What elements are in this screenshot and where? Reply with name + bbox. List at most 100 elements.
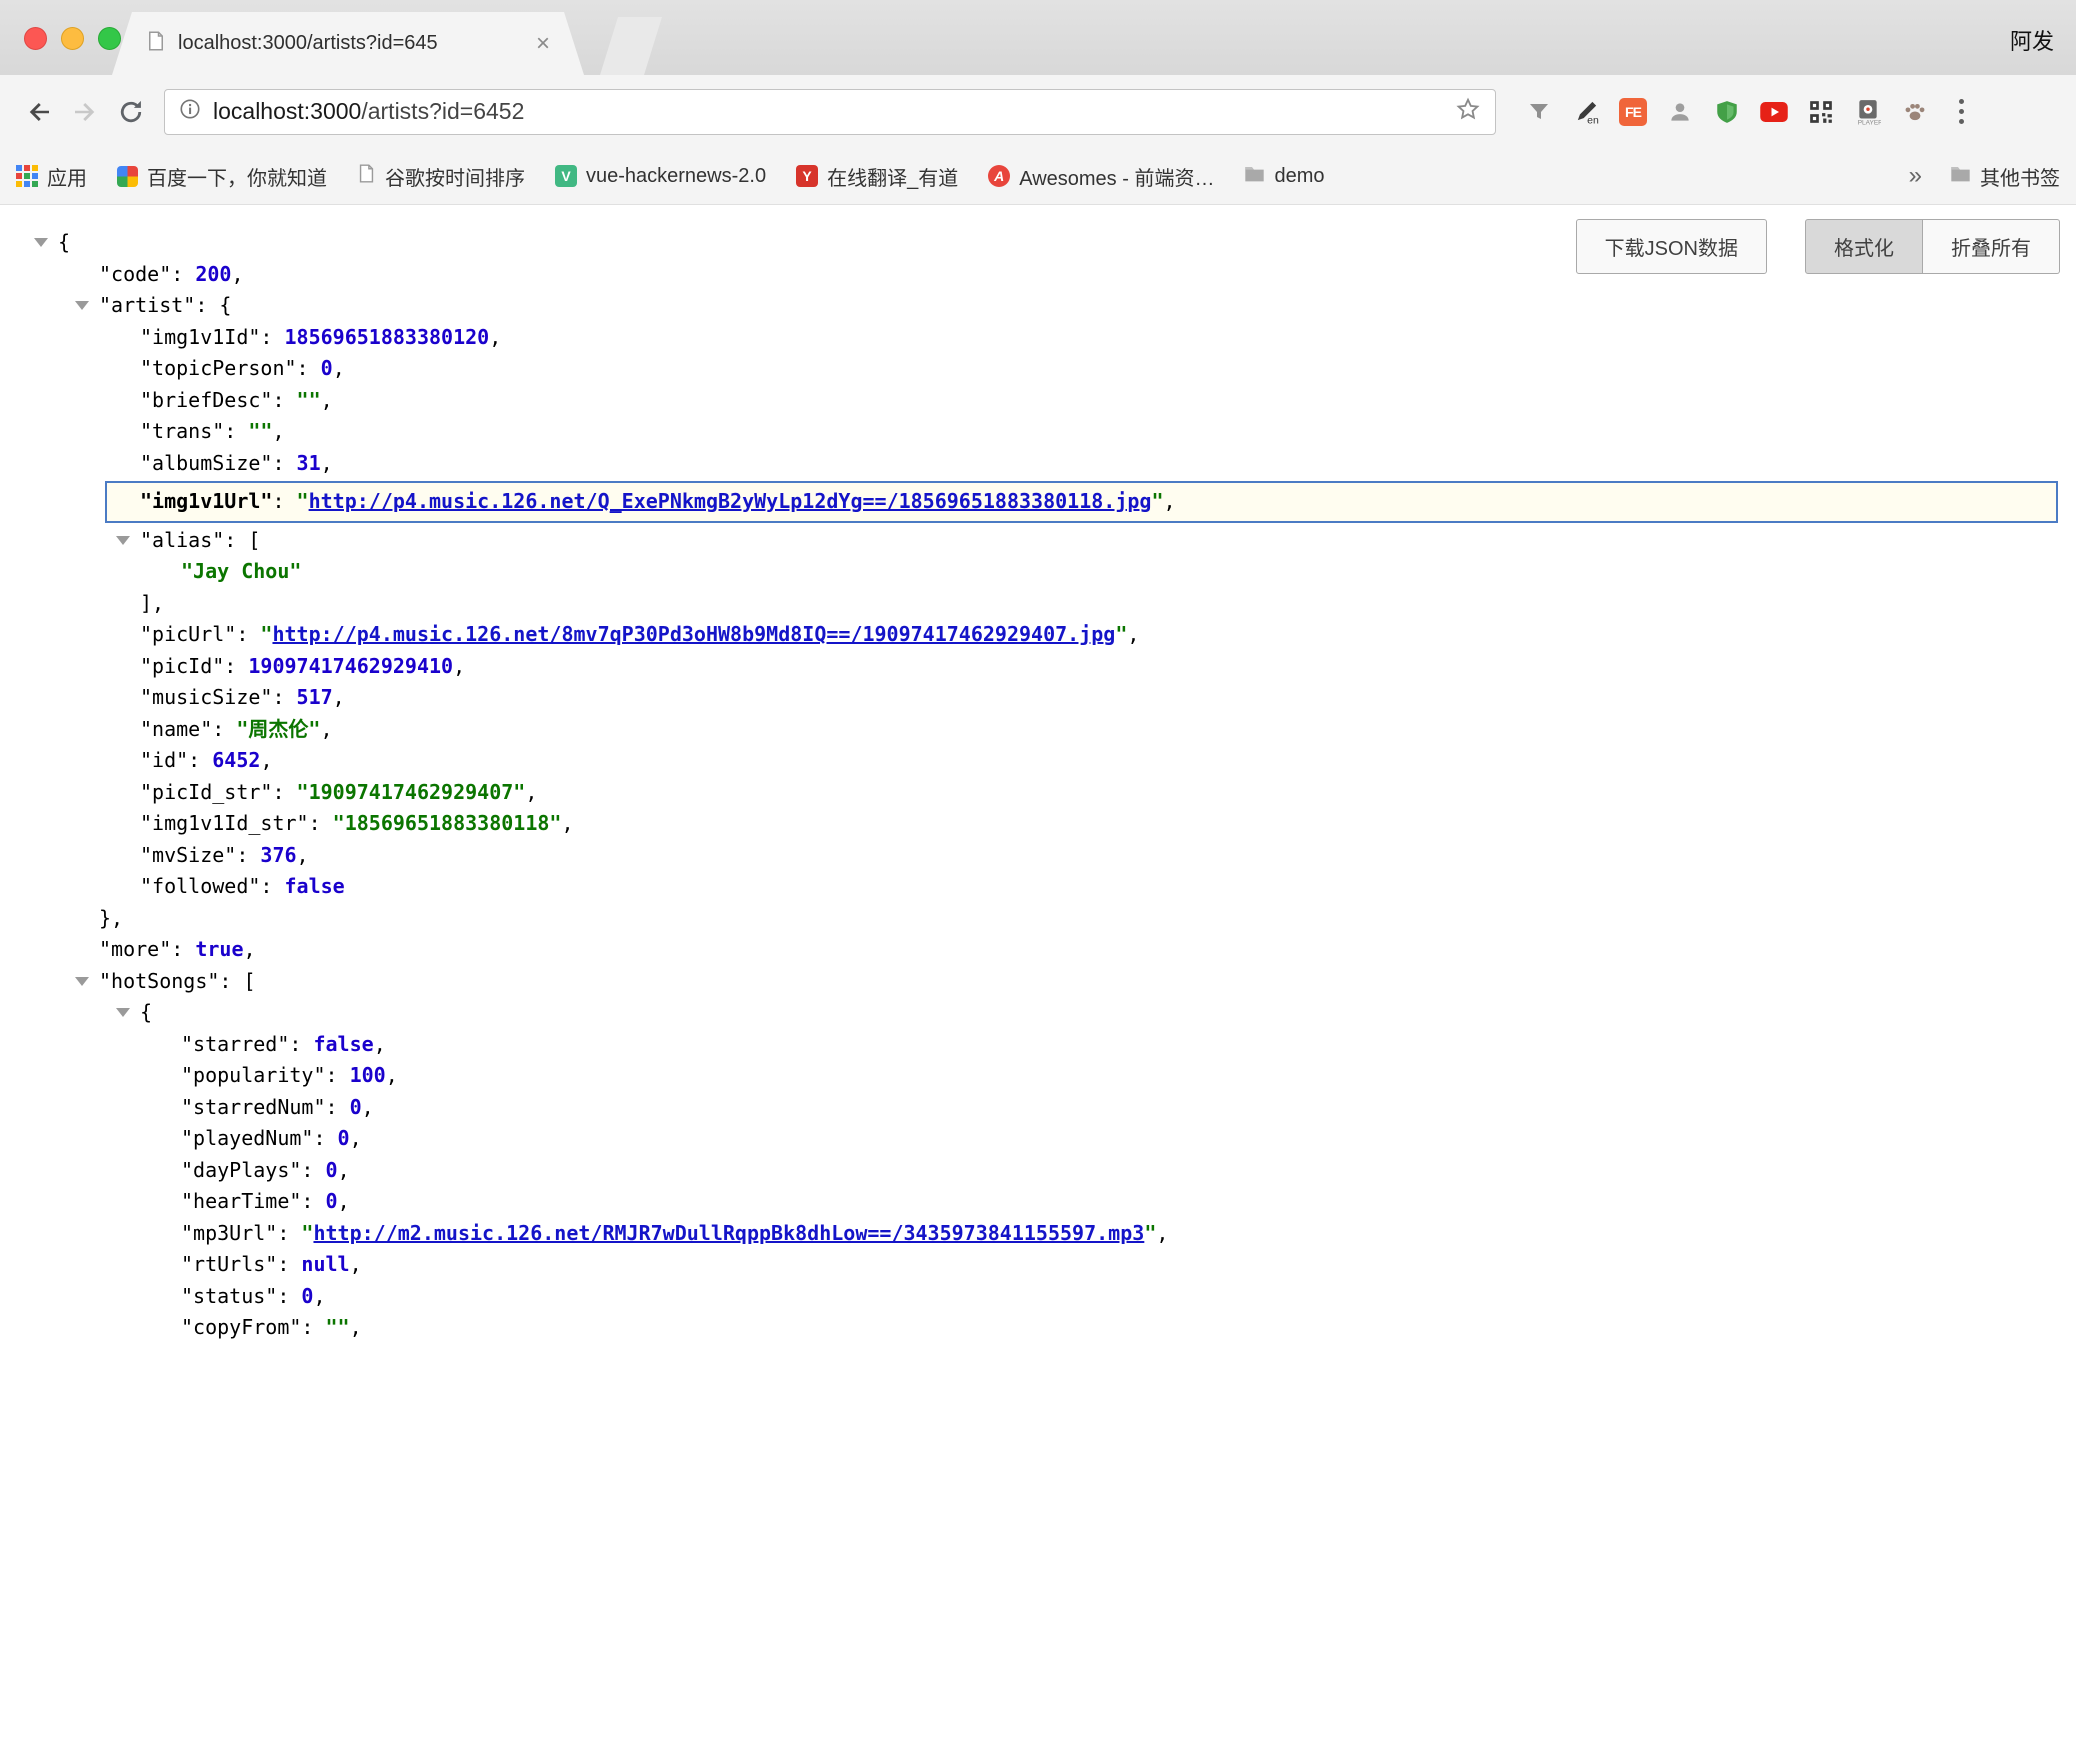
bookmark-item-baidu[interactable]: 百度一下，你就知道 bbox=[117, 162, 327, 191]
vue-favicon-icon: V bbox=[555, 165, 577, 187]
bookmarks-right: » 其他书签 bbox=[1909, 162, 2060, 191]
address-bar[interactable]: localhost:3000/artists?id=6452 bbox=[164, 89, 1496, 135]
url-host: localhost:3000 bbox=[213, 98, 361, 124]
other-bookmarks-label: 其他书签 bbox=[1980, 162, 2060, 191]
page-favicon-icon bbox=[146, 30, 166, 57]
tab-close-icon[interactable]: × bbox=[536, 32, 550, 56]
json-line: "copyFrom": "", bbox=[0, 1312, 2076, 1344]
paw-icon[interactable] bbox=[1898, 95, 1932, 129]
bookmark-label: 百度一下，你就知道 bbox=[147, 162, 327, 191]
shield-icon[interactable] bbox=[1710, 95, 1744, 129]
json-line: "picUrl": "http://p4.music.126.net/8mv7q… bbox=[0, 619, 2076, 651]
navigation-bar: localhost:3000/artists?id=6452 en FE bbox=[0, 75, 2076, 148]
bookmark-item-google-sort[interactable]: 谷歌按时间排序 bbox=[357, 162, 525, 191]
json-line: "alias": [ bbox=[0, 525, 2076, 557]
json-url-link[interactable]: http://m2.music.126.net/RMJR7wDullRqppBk… bbox=[313, 1221, 1144, 1245]
bookmark-item-vue[interactable]: V vue-hackernews-2.0 bbox=[555, 165, 766, 188]
window-controls bbox=[24, 27, 121, 50]
youtube-icon[interactable] bbox=[1757, 95, 1791, 129]
json-line: "starredNum": 0, bbox=[0, 1092, 2076, 1124]
url-path: /artists?id=6452 bbox=[361, 98, 524, 124]
json-line: "id": 6452, bbox=[0, 745, 2076, 777]
tab-title: localhost:3000/artists?id=645 bbox=[178, 32, 524, 55]
json-line-highlighted: "img1v1Url": "http://p4.music.126.net/Q_… bbox=[105, 481, 2058, 523]
json-line: "playedNum": 0, bbox=[0, 1123, 2076, 1155]
youdao-favicon-icon: Y bbox=[796, 165, 818, 187]
extensions-row: en FE PLAYER bbox=[1522, 95, 1978, 129]
translate-pen-icon[interactable]: en bbox=[1569, 95, 1603, 129]
baidu-favicon-icon bbox=[117, 166, 138, 187]
bookmark-label: 应用 bbox=[47, 162, 87, 191]
bookmark-item-demo[interactable]: demo bbox=[1244, 164, 1324, 189]
json-line: "more": true, bbox=[0, 934, 2076, 966]
page-icon bbox=[357, 163, 376, 190]
bookmarks-bar: 应用 百度一下，你就知道 谷歌按时间排序 V vue-hackernews-2.… bbox=[0, 148, 2076, 205]
bookmark-label: 谷歌按时间排序 bbox=[385, 162, 525, 191]
json-line: "picId_str": "19097417462929407", bbox=[0, 777, 2076, 809]
json-line: "Jay Chou" bbox=[0, 556, 2076, 588]
url-text[interactable]: localhost:3000/artists?id=6452 bbox=[213, 98, 1443, 125]
forward-button[interactable] bbox=[62, 89, 108, 135]
fullscreen-window-button[interactable] bbox=[98, 27, 121, 50]
other-bookmarks-folder[interactable]: 其他书签 bbox=[1950, 162, 2060, 191]
json-line: "mp3Url": "http://m2.music.126.net/RMJR7… bbox=[0, 1218, 2076, 1250]
collapse-arrow-icon[interactable] bbox=[75, 977, 89, 986]
json-line: "hearTime": 0, bbox=[0, 1186, 2076, 1218]
json-line: "topicPerson": 0, bbox=[0, 353, 2076, 385]
reload-button[interactable] bbox=[108, 89, 154, 135]
back-button[interactable] bbox=[16, 89, 62, 135]
collapse-arrow-icon[interactable] bbox=[116, 536, 130, 545]
format-button[interactable]: 格式化 bbox=[1805, 219, 1923, 274]
json-viewer-toolbar: 下载JSON数据 格式化 折叠所有 bbox=[1576, 219, 2060, 274]
titlebar: localhost:3000/artists?id=645 × 阿发 bbox=[0, 0, 2076, 75]
json-line: "img1v1Id": 18569651883380120, bbox=[0, 322, 2076, 354]
folder-icon bbox=[1950, 164, 1971, 189]
minimize-window-button[interactable] bbox=[61, 27, 84, 50]
profile-name[interactable]: 阿发 bbox=[2010, 24, 2054, 56]
browser-tab[interactable]: localhost:3000/artists?id=645 × bbox=[112, 12, 584, 75]
json-line: "starred": false, bbox=[0, 1029, 2076, 1061]
browser-window: localhost:3000/artists?id=645 × 阿发 local… bbox=[0, 0, 2076, 1754]
fe-badge-label: FE bbox=[1619, 98, 1647, 126]
collapse-arrow-icon[interactable] bbox=[116, 1008, 130, 1017]
json-line: "musicSize": 517, bbox=[0, 682, 2076, 714]
close-window-button[interactable] bbox=[24, 27, 47, 50]
page-content: 下载JSON数据 格式化 折叠所有 {"code": 200,"artist":… bbox=[0, 205, 2076, 1754]
flag-icon[interactable] bbox=[1522, 95, 1556, 129]
bookmark-label: vue-hackernews-2.0 bbox=[586, 165, 766, 188]
json-line: "status": 0, bbox=[0, 1281, 2076, 1313]
json-line: "briefDesc": "", bbox=[0, 385, 2076, 417]
bookmark-label: 在线翻译_有道 bbox=[827, 162, 958, 191]
bookmark-star-icon[interactable] bbox=[1455, 96, 1481, 127]
bookmark-item-awesomes[interactable]: A Awesomes - 前端资… bbox=[988, 162, 1214, 191]
bookmark-label: Awesomes - 前端资… bbox=[1019, 162, 1214, 191]
json-line: "followed": false bbox=[0, 871, 2076, 903]
bookmarks-overflow-chevron-icon[interactable]: » bbox=[1909, 162, 1922, 190]
new-tab-button[interactable] bbox=[600, 17, 662, 75]
browser-menu-icon[interactable] bbox=[1945, 95, 1978, 128]
json-line: ], bbox=[0, 588, 2076, 620]
collapse-arrow-icon[interactable] bbox=[75, 301, 89, 310]
bookmark-item-youdao[interactable]: Y 在线翻译_有道 bbox=[796, 162, 958, 191]
collapse-all-button[interactable]: 折叠所有 bbox=[1923, 219, 2060, 274]
collapse-arrow-icon[interactable] bbox=[34, 238, 48, 247]
player-icon[interactable]: PLAYER bbox=[1851, 95, 1885, 129]
download-json-button[interactable]: 下载JSON数据 bbox=[1576, 219, 1767, 274]
page-info-icon[interactable] bbox=[179, 98, 201, 125]
json-line: "name": "周杰伦", bbox=[0, 714, 2076, 746]
json-line: "artist": { bbox=[0, 290, 2076, 322]
json-url-link[interactable]: http://p4.music.126.net/8mv7qP30Pd3oHW8b… bbox=[272, 622, 1115, 646]
qrcode-icon[interactable] bbox=[1804, 95, 1838, 129]
json-tree[interactable]: {"code": 200,"artist": {"img1v1Id": 1856… bbox=[0, 205, 2076, 1344]
json-line: "hotSongs": [ bbox=[0, 966, 2076, 998]
json-line: "dayPlays": 0, bbox=[0, 1155, 2076, 1187]
json-url-link[interactable]: http://p4.music.126.net/Q_ExePNkmgB2yWyL… bbox=[309, 489, 1152, 513]
fe-icon[interactable]: FE bbox=[1616, 95, 1650, 129]
awesomes-favicon-icon: A bbox=[988, 165, 1010, 187]
json-line: "trans": "", bbox=[0, 416, 2076, 448]
bookmark-item-apps[interactable]: 应用 bbox=[16, 162, 87, 191]
svg-text:PLAYER: PLAYER bbox=[1858, 119, 1881, 125]
json-line: "rtUrls": null, bbox=[0, 1249, 2076, 1281]
svg-text:en: en bbox=[1587, 114, 1599, 125]
person-icon[interactable] bbox=[1663, 95, 1697, 129]
